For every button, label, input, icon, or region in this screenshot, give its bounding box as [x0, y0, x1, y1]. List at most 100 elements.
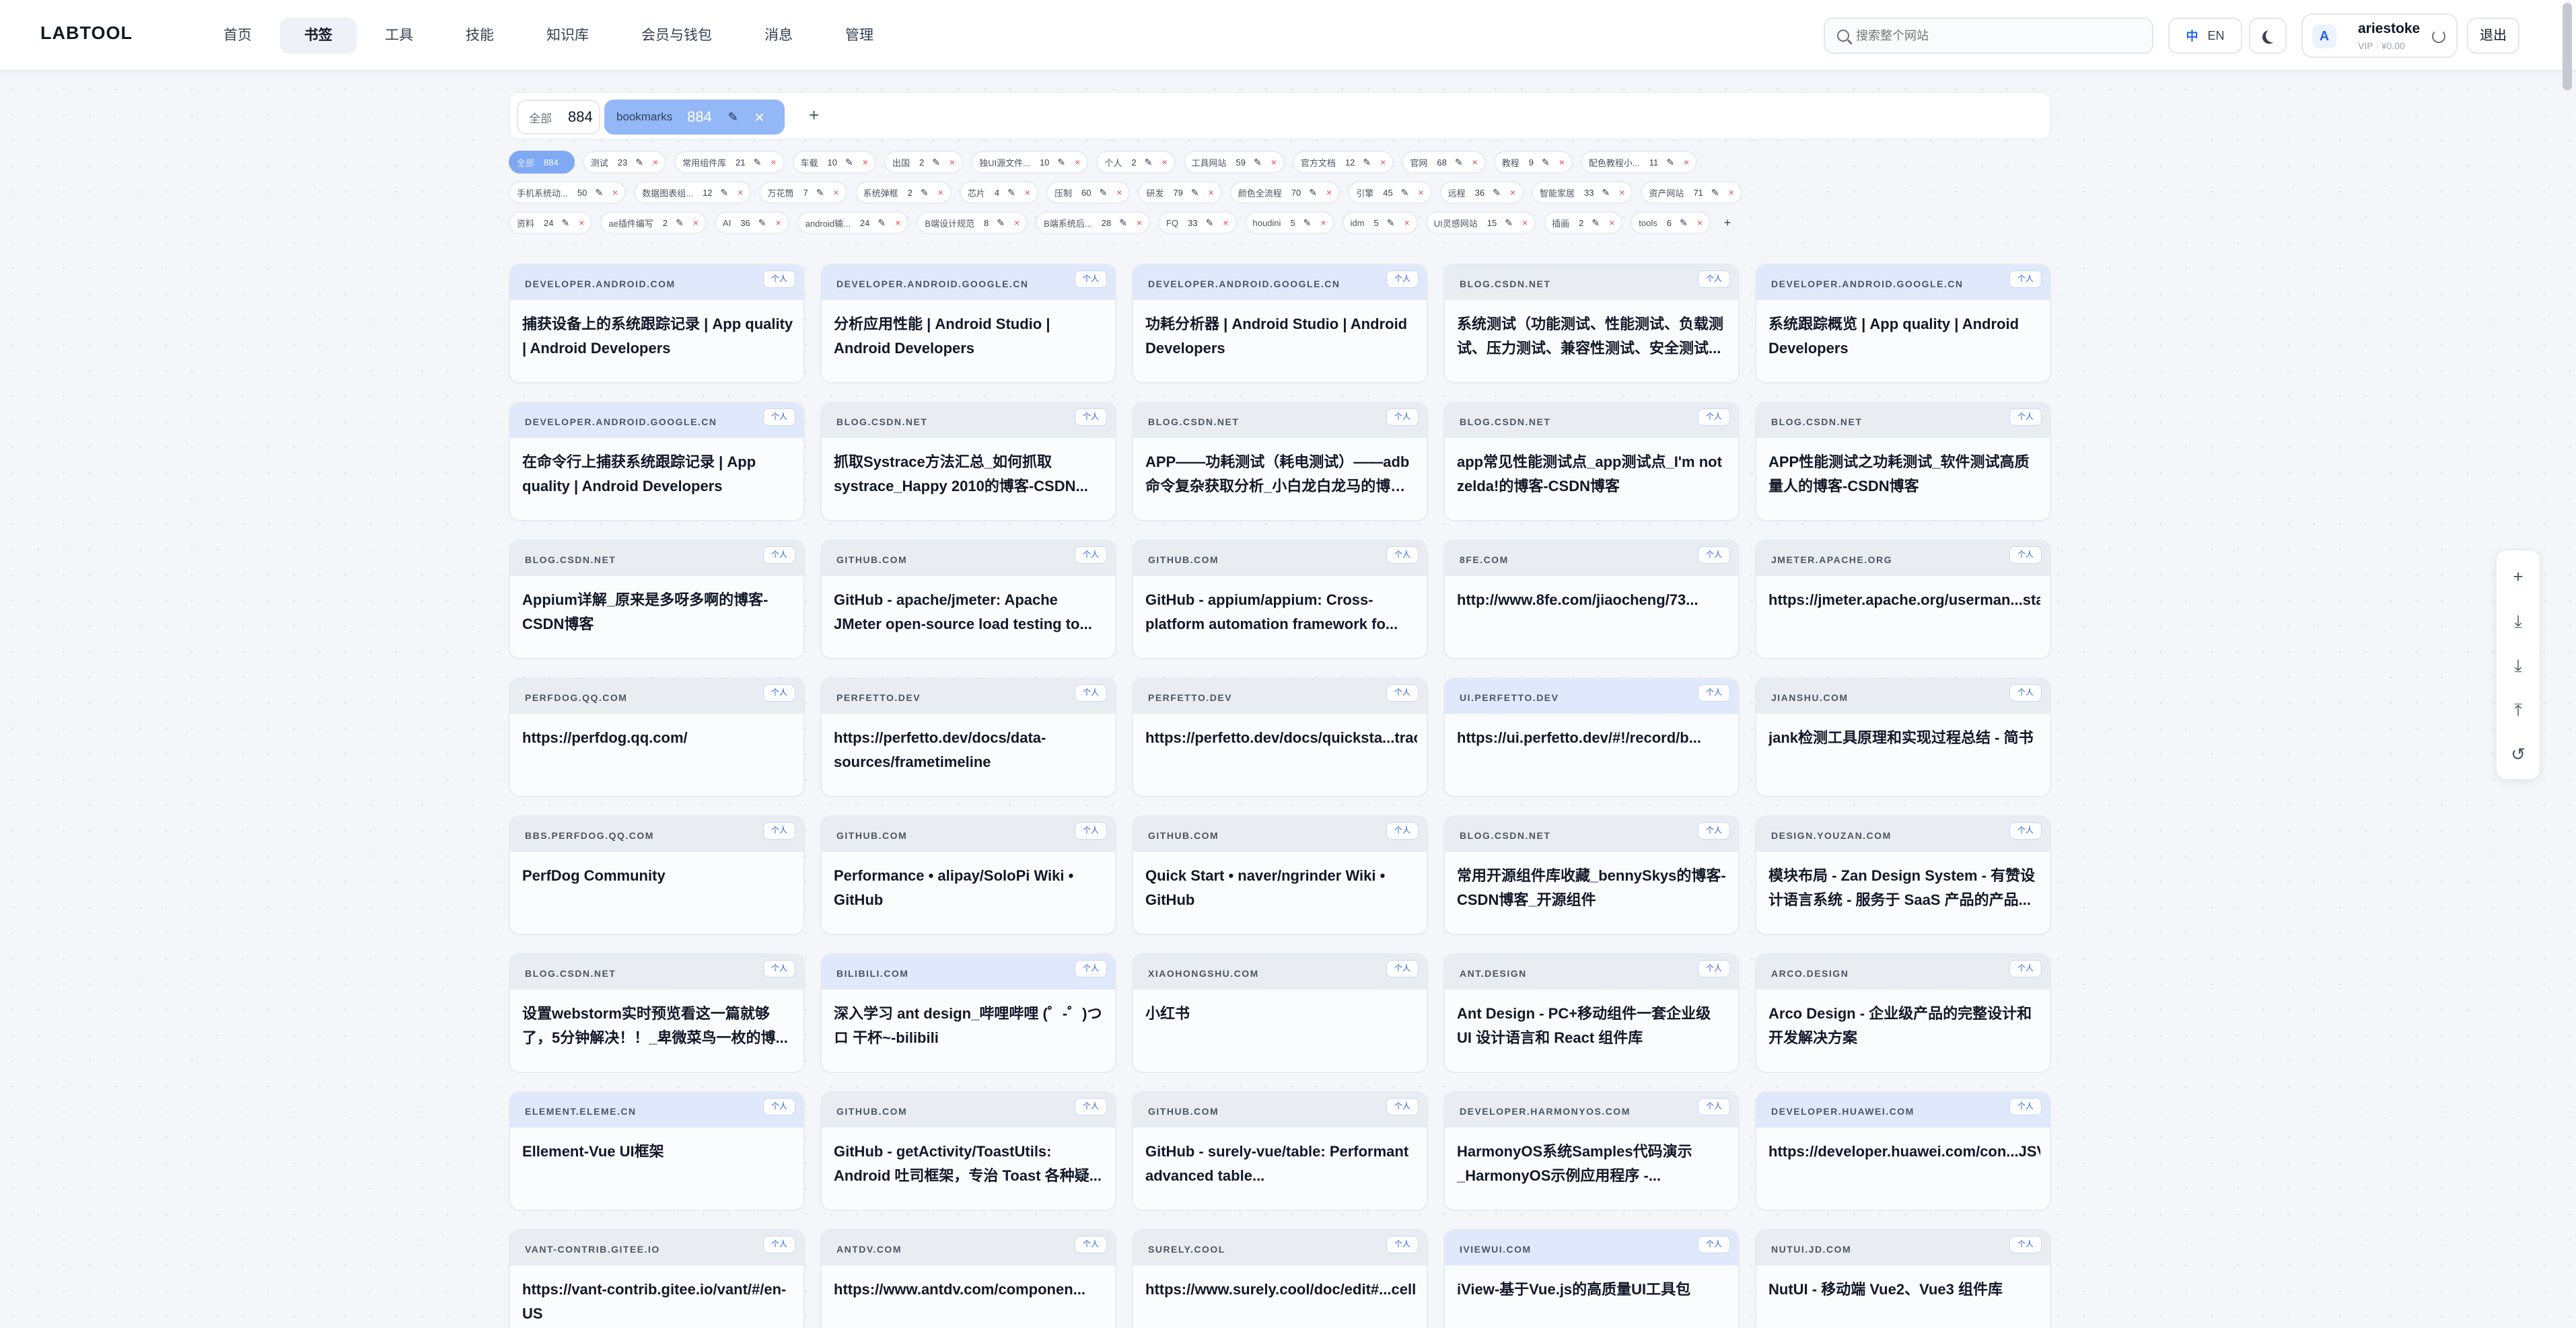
edit-icon[interactable]: ✎: [1542, 157, 1550, 168]
bookmark-card[interactable]: PERFDOG.QQ.COM 个人 https://perfdog.qq.com…: [509, 677, 805, 797]
card-badge[interactable]: 个人: [1386, 1236, 1419, 1253]
card-title[interactable]: https://www.antdv.com/componen...: [834, 1278, 1106, 1302]
edit-icon[interactable]: ✎: [816, 187, 824, 198]
card-badge[interactable]: 个人: [1075, 270, 1107, 288]
card-title[interactable]: https://vant-contrib.gitee.io/vant/#/en-…: [522, 1278, 794, 1326]
bookmark-card[interactable]: DEVELOPER.ANDROID.GOOGLE.CN 个人 功耗分析器 | A…: [1132, 264, 1428, 383]
add-group-button[interactable]: +: [809, 105, 819, 126]
delete-icon[interactable]: ×: [1320, 217, 1326, 228]
delete-icon[interactable]: ×: [1209, 187, 1214, 198]
bookmark-card[interactable]: VANT-CONTRIB.GITEE.IO 个人 https://vant-co…: [509, 1229, 805, 1328]
tag-chip[interactable]: AI 36 ✎ ×: [715, 211, 789, 234]
bookmark-card[interactable]: BBS.PERFDOG.QQ.COM 个人 PerfDog Community: [509, 815, 805, 935]
delete-icon[interactable]: ×: [950, 157, 955, 168]
edit-icon[interactable]: ✎: [758, 217, 766, 229]
card-title[interactable]: Ellement-Vue UI框架: [522, 1140, 794, 1164]
bookmark-card[interactable]: NUTUI.JD.COM 个人 NutUI - 移动端 Vue2、Vue3 组件…: [1755, 1229, 2051, 1328]
edit-icon[interactable]: ✎: [1711, 187, 1719, 198]
bookmark-card[interactable]: DESIGN.YOUZAN.COM 个人 模块布局 - Zan Design S…: [1755, 815, 2051, 935]
bookmark-card[interactable]: DEVELOPER.ANDROID.GOOGLE.CN 个人 在命令行上捕获系统…: [509, 402, 805, 521]
edit-icon[interactable]: ✎: [1309, 187, 1317, 198]
delete-icon[interactable]: ×: [1404, 217, 1410, 228]
search-box[interactable]: [1824, 17, 2153, 54]
card-title[interactable]: Quick Start • naver/ngrinder Wiki • GitH…: [1145, 864, 1417, 912]
card-badge[interactable]: 个人: [1075, 684, 1107, 702]
bookmark-card[interactable]: DEVELOPER.HUAWEI.COM 个人 https://develope…: [1755, 1091, 2051, 1211]
bookmark-card[interactable]: BLOG.CSDN.NET 个人 APP——功耗测试（耗电测试）——adb命令复…: [1132, 402, 1428, 521]
nav-item[interactable]: 首页: [199, 17, 276, 54]
edit-icon[interactable]: ✎: [1493, 187, 1501, 198]
card-badge[interactable]: 个人: [1698, 822, 1730, 840]
bookmark-card[interactable]: BLOG.CSDN.NET 个人 Appium详解_原来是多呀多啊的博客-CSD…: [509, 540, 805, 659]
edit-icon[interactable]: ✎: [595, 187, 603, 198]
card-title[interactable]: HarmonyOS系统Samples代码演示_HarmonyOS示例应用程序 -…: [1457, 1140, 1729, 1188]
delete-icon[interactable]: ×: [653, 157, 658, 168]
delete-icon[interactable]: ×: [863, 157, 868, 168]
delete-icon[interactable]: ×: [1619, 187, 1624, 198]
bookmark-card[interactable]: PERFETTO.DEV 个人 https://perfetto.dev/doc…: [1132, 677, 1428, 797]
language-toggle[interactable]: 中 EN: [2168, 17, 2242, 54]
edit-icon[interactable]: ✎: [1387, 217, 1395, 229]
card-title[interactable]: https://perfetto.dev/docs/quicksta...tra…: [1145, 726, 1417, 750]
card-title[interactable]: 深入学习 ant design_哔哩哔哩 (゜-゜)つロ 干杯~-bilibil…: [834, 1002, 1106, 1050]
tag-chip[interactable]: android输... 24 ✎ ×: [797, 211, 909, 234]
edit-icon[interactable]: ✎: [1254, 157, 1262, 168]
edit-icon[interactable]: ✎: [1666, 157, 1674, 168]
card-title[interactable]: 系统跟踪概览 | App quality | Android Developer…: [1768, 312, 2040, 361]
delete-icon[interactable]: ×: [833, 187, 838, 198]
tag-chip[interactable]: 资产网站 71 ✎ ×: [1641, 181, 1742, 204]
scroll-top-icon[interactable]: ⤒: [2497, 688, 2540, 732]
edit-icon[interactable]: ✎: [1591, 217, 1600, 229]
card-title[interactable]: PerfDog Community: [522, 864, 794, 888]
edit-icon[interactable]: ✎: [676, 217, 684, 229]
add-icon[interactable]: +: [2497, 554, 2540, 599]
card-badge[interactable]: 个人: [1075, 546, 1107, 564]
nav-item[interactable]: 技能: [441, 17, 518, 54]
nav-item[interactable]: 会员与钱包: [617, 17, 736, 54]
card-badge[interactable]: 个人: [1075, 960, 1107, 977]
tag-chip[interactable]: 插画 2 ✎ ×: [1544, 211, 1623, 234]
bookmark-card[interactable]: GITHUB.COM 个人 Quick Start • naver/ngrind…: [1132, 815, 1428, 935]
tag-chip[interactable]: 教程 9 ✎ ×: [1493, 151, 1573, 174]
delete-icon[interactable]: ×: [1697, 217, 1703, 228]
delete-icon[interactable]: ×: [1729, 187, 1734, 198]
card-title[interactable]: GitHub - apache/jmeter: Apache JMeter op…: [834, 588, 1106, 636]
tag-chip[interactable]: 智能家居 33 ✎ ×: [1532, 181, 1633, 204]
delete-icon[interactable]: ×: [1271, 157, 1277, 168]
edit-icon[interactable]: ✎: [997, 217, 1005, 229]
delete-icon[interactable]: ×: [1116, 187, 1122, 198]
card-title[interactable]: 分析应用性能 | Android Studio | Android Develo…: [834, 312, 1106, 361]
card-title[interactable]: http://www.8fe.com/jiaocheng/73...: [1457, 588, 1729, 612]
tag-chip[interactable]: 独UI源文件... 10 ✎ ×: [971, 151, 1089, 174]
delete-icon[interactable]: ×: [1326, 187, 1332, 198]
card-title[interactable]: iView-基于Vue.js的高质量UI工具包: [1457, 1278, 1729, 1302]
card-title[interactable]: 小红书: [1145, 1002, 1417, 1026]
card-badge[interactable]: 个人: [1075, 408, 1107, 426]
search-input[interactable]: [1856, 28, 2139, 43]
bookmark-card[interactable]: ARCO.DESIGN 个人 Arco Design - 企业级产品的完整设计和…: [1755, 953, 2051, 1073]
delete-icon[interactable]: ×: [693, 217, 699, 228]
card-title[interactable]: 捕获设备上的系统跟踪记录 | App quality | Android Dev…: [522, 312, 794, 361]
card-title[interactable]: 在命令行上捕获系统跟踪记录 | App quality | Android De…: [522, 450, 794, 499]
card-title[interactable]: Ant Design - PC+移动组件一套企业级 UI 设计语言和 React…: [1457, 1002, 1729, 1050]
delete-icon[interactable]: ×: [1137, 217, 1142, 228]
tag-chip[interactable]: UI灵感网站 15 ✎ ×: [1425, 211, 1536, 234]
delete-icon[interactable]: ×: [1522, 217, 1528, 228]
card-title[interactable]: Appium详解_原来是多呀多啊的博客-CSDN博客: [522, 588, 794, 636]
tag-chip[interactable]: ae插件编写 2 ✎ ×: [600, 211, 707, 234]
bookmark-card[interactable]: SURELY.COOL 个人 https://www.surely.cool/d…: [1132, 1229, 1428, 1328]
card-badge[interactable]: 个人: [2009, 822, 2042, 840]
bookmark-card[interactable]: GITHUB.COM 个人 Performance • alipay/SoloP…: [820, 815, 1116, 935]
tag-chip[interactable]: 资料 24 ✎ ×: [509, 211, 593, 234]
card-badge[interactable]: 个人: [1075, 1098, 1107, 1115]
tag-chip[interactable]: FQ 33 ✎ ×: [1158, 211, 1237, 234]
bookmark-card[interactable]: BLOG.CSDN.NET 个人 APP性能测试之功耗测试_软件测试高质量人的博…: [1755, 402, 2051, 521]
tag-chip[interactable]: 常用组件库 21 ✎ ×: [674, 151, 785, 174]
card-badge[interactable]: 个人: [763, 822, 795, 840]
bookmark-card[interactable]: BLOG.CSDN.NET 个人 系统测试（功能测试、性能测试、负载测试、压力测…: [1443, 264, 1740, 383]
tag-chip[interactable]: 全部 884: [509, 151, 575, 174]
delete-icon[interactable]: ×: [895, 217, 900, 228]
edit-icon[interactable]: ✎: [1119, 217, 1127, 229]
card-title[interactable]: 系统测试（功能测试、性能测试、负载测试、压力测试、兼容性测试、安全测试...: [1457, 312, 1729, 361]
tag-chip[interactable]: 压制 60 ✎ ×: [1046, 181, 1131, 204]
